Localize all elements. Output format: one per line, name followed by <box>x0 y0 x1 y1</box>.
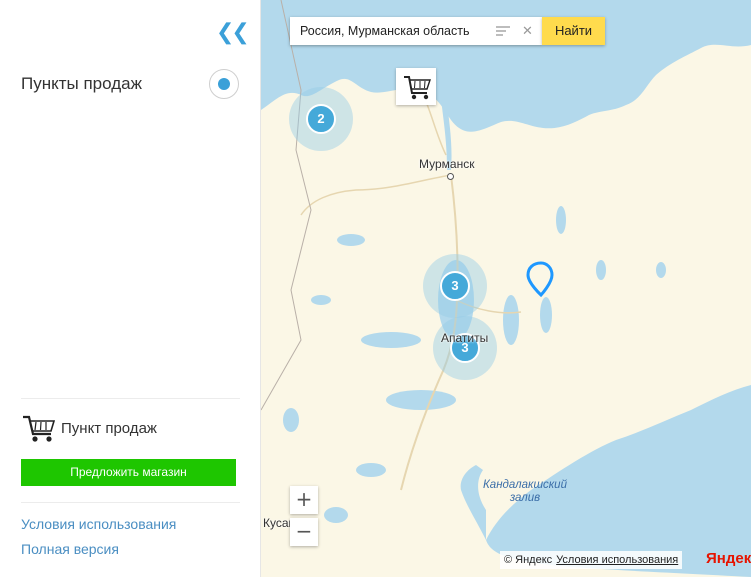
radio-selected-dot <box>218 78 230 90</box>
city-dot <box>447 173 454 180</box>
cluster-count: 2 <box>306 104 336 134</box>
zoom-in-button[interactable]: + <box>290 486 318 514</box>
shopping-cart-icon <box>404 76 431 100</box>
city-label-murmansk: Мурманск <box>419 157 475 171</box>
copyright-text: © Яндекс <box>504 554 553 566</box>
zoom-out-button[interactable]: − <box>290 518 318 546</box>
legend-label: Пункт продаж <box>61 420 157 437</box>
search-input[interactable]: Россия, Мурманская область ✕ <box>290 17 542 45</box>
terms-link[interactable]: Условия использования <box>21 516 176 532</box>
collapse-sidebar-icon[interactable]: ❮❮ <box>216 22 250 44</box>
sidebar: ❮❮ Пункты продаж Пункт продаж Предложить… <box>0 0 261 577</box>
shopping-cart-icon <box>23 415 56 442</box>
shop-marker[interactable] <box>396 68 436 105</box>
clear-icon[interactable]: ✕ <box>522 24 533 37</box>
map-terms-link[interactable]: Условия использования <box>556 554 678 566</box>
copyright: © Яндекс Условия использования <box>500 551 683 569</box>
suggest-shop-button[interactable]: Предложить магазин <box>21 459 236 486</box>
full-version-link[interactable]: Полная версия <box>21 541 119 557</box>
layer-title: Пункты продаж <box>21 74 142 93</box>
find-button[interactable]: Найти <box>542 17 605 45</box>
cluster-count: 3 <box>440 271 470 301</box>
menu-lines-icon[interactable] <box>496 26 510 36</box>
water-label-kandalaksha: Кандалакшский залив <box>483 479 567 504</box>
yandex-logo[interactable]: Яндекс <box>706 550 751 567</box>
divider <box>21 502 240 503</box>
divider <box>21 398 240 399</box>
layer-toggle-radio[interactable] <box>209 69 239 99</box>
city-label-apatity: Апатиты <box>441 331 489 345</box>
search-value: Россия, Мурманская область <box>300 24 470 38</box>
